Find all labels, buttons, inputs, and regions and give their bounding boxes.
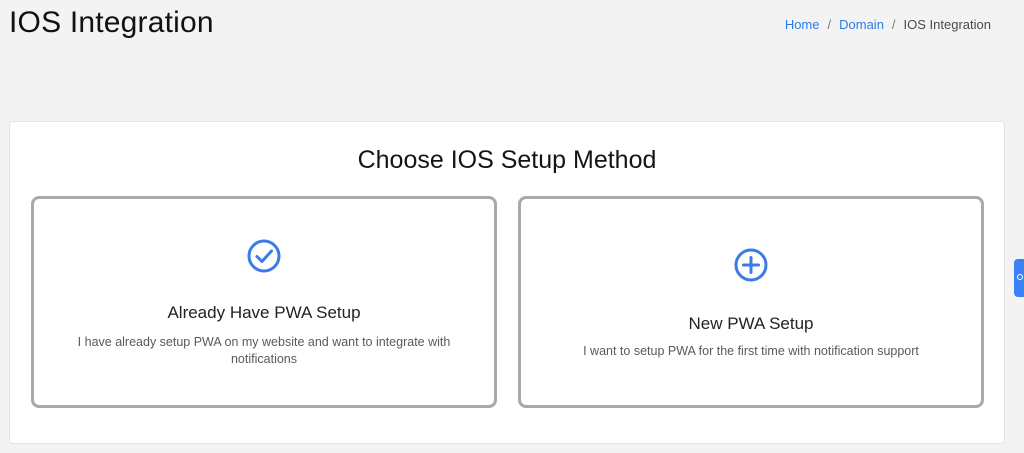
breadcrumb-home-link[interactable]: Home (785, 17, 820, 32)
page-title: IOS Integration (9, 6, 214, 39)
option-description: I want to setup PWA for the first time w… (583, 344, 919, 358)
plus-circle-icon (734, 248, 768, 282)
setup-method-card: Choose IOS Setup Method Already Have PWA… (9, 121, 1005, 444)
breadcrumb-domain-link[interactable]: Domain (839, 17, 884, 32)
already-have-pwa-option[interactable]: Already Have PWA Setup I have already se… (31, 196, 497, 408)
breadcrumb-separator: / (891, 17, 896, 32)
option-description: I have already setup PWA on my website a… (77, 335, 451, 366)
page: IOS Integration Home / Domain / IOS Inte… (0, 0, 1024, 453)
check-circle-icon (247, 239, 281, 273)
side-settings-tab[interactable] (1014, 259, 1024, 297)
option-title: New PWA Setup (688, 314, 814, 333)
breadcrumb-current: IOS Integration (903, 17, 991, 32)
new-pwa-option[interactable]: New PWA Setup I want to setup PWA for th… (518, 196, 984, 408)
setup-method-heading: Choose IOS Setup Method (357, 146, 657, 174)
breadcrumb-separator: / (827, 17, 832, 32)
option-title: Already Have PWA Setup (167, 303, 361, 322)
breadcrumb: Home / Domain / IOS Integration (785, 17, 991, 32)
gear-icon (1017, 274, 1023, 280)
